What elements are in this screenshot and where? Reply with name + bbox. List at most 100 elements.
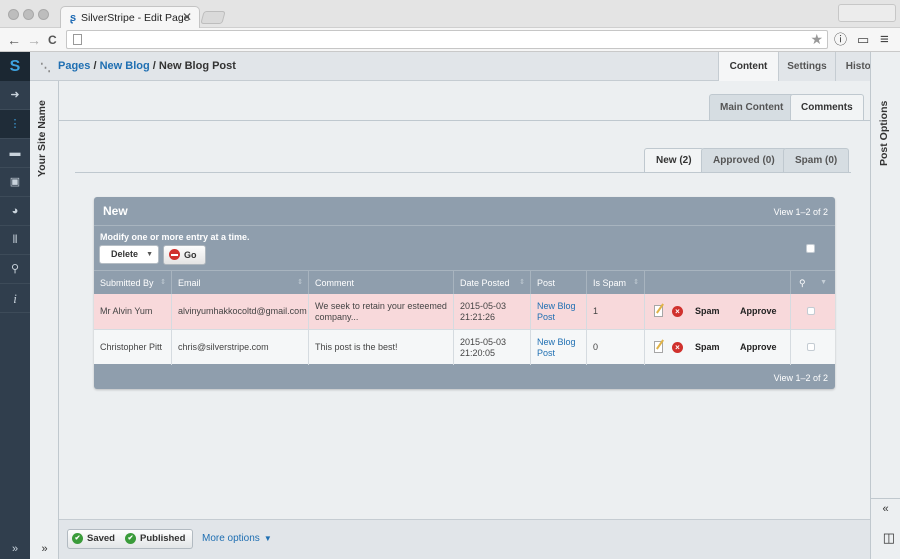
files-menu-icon[interactable]: ▣ <box>0 168 30 197</box>
select-all-checkbox[interactable] <box>806 244 815 253</box>
info-icon[interactable]: ⓘ <box>834 31 847 49</box>
post-link[interactable]: New Blog Post <box>537 337 576 359</box>
bookmark-star-icon[interactable]: ★ <box>810 31 823 48</box>
silverstripe-logo-icon[interactable]: S <box>0 52 30 81</box>
chevron-down-icon: ▼ <box>263 534 272 543</box>
approve-button[interactable]: Approve <box>740 306 777 317</box>
table-row[interactable]: Christopher Pitt chris@silverstripe.com … <box>94 329 835 365</box>
column-label: Is Spam <box>593 278 627 288</box>
tab-approved-comments[interactable]: Approved (0) <box>701 148 787 172</box>
sort-icon: ⇕ <box>519 279 525 286</box>
tab-settings[interactable]: Settings <box>778 52 835 82</box>
row-checkbox[interactable] <box>807 343 815 351</box>
grid-title: New <box>103 204 128 218</box>
chevron-down-icon: ▼ <box>146 251 153 258</box>
pages-menu-icon[interactable]: ⋮ <box>0 110 30 139</box>
edit-icon[interactable] <box>654 341 663 353</box>
breadcrumb: ⋱ Pages / New Blog / New Blog Post <box>40 60 236 74</box>
back-icon[interactable]: ← <box>7 31 21 49</box>
bulk-actions-bar: Modify one or more entry at a time. Dele… <box>94 225 835 270</box>
column-label: Submitted By <box>100 278 154 288</box>
security-menu-icon[interactable]: ⦀ <box>0 226 30 255</box>
cell-actions: × Spam Approve <box>644 330 790 365</box>
tab-content[interactable]: Content <box>718 52 778 82</box>
close-window-button[interactable] <box>8 9 19 20</box>
settings-menu-icon[interactable]: ⚲ <box>0 255 30 284</box>
row-checkbox[interactable] <box>807 307 815 315</box>
comments-menu-icon[interactable]: ▬ <box>0 139 30 168</box>
cell-is-spam: 1 <box>586 294 644 329</box>
bulk-actions-message: Modify one or more entry at a time. <box>100 232 250 242</box>
column-comment: Comment <box>308 271 453 295</box>
maximize-window-button[interactable] <box>38 9 49 20</box>
column-actions <box>644 271 790 295</box>
mark-spam-button[interactable]: Spam <box>695 306 720 317</box>
tab-comments[interactable]: Comments <box>790 94 864 121</box>
tab-close-icon[interactable]: ✕ <box>182 10 192 24</box>
column-email[interactable]: Email ⇕ <box>171 271 308 295</box>
edit-form: Main Content Comments New (2) Approved (… <box>59 81 870 519</box>
browser-tab[interactable]: ʂ SilverStripe - Edit Page ✕ <box>60 6 200 28</box>
saved-button[interactable]: ✔ Saved <box>67 529 123 549</box>
site-tree-panel[interactable]: Your Site Name » <box>30 52 59 559</box>
mark-spam-button[interactable]: Spam <box>695 342 720 353</box>
cell-submitted-by: Christopher Pitt <box>100 342 163 352</box>
reports-menu-icon[interactable]: ◕ <box>0 197 30 226</box>
post-options-label: Post Options <box>878 100 890 166</box>
divider <box>59 120 870 121</box>
logout-icon[interactable]: ➜ <box>0 81 30 110</box>
cell-comment: This post is the best! <box>308 330 453 365</box>
sort-icon: ⇕ <box>160 279 166 286</box>
tab-new-comments[interactable]: New (2) <box>644 148 704 173</box>
breadcrumb-new-blog[interactable]: New Blog <box>100 60 150 72</box>
sort-icon: ⇕ <box>297 279 303 286</box>
address-bar[interactable]: ★ <box>66 30 828 49</box>
cell-actions: × Spam Approve <box>644 294 790 329</box>
column-label: Email <box>178 278 201 288</box>
breadcrumb-separator: / <box>152 60 156 72</box>
window-profile-button[interactable] <box>838 4 896 22</box>
new-tab-button[interactable] <box>200 11 226 24</box>
published-button[interactable]: ✔ Published <box>121 529 194 549</box>
reload-icon[interactable]: C <box>48 31 57 49</box>
cast-icon[interactable]: ▭ <box>857 31 869 49</box>
post-link[interactable]: New Blog Post <box>537 301 576 323</box>
browser-menu-icon[interactable]: ≡ <box>880 31 889 49</box>
column-label: Date Posted <box>460 278 510 288</box>
table-row[interactable]: Mr Alvin Yum alvinyumhakkocoltd@gmail.co… <box>94 294 835 329</box>
post-options-panel[interactable]: Post Options « <box>870 52 900 559</box>
breadcrumb-separator: / <box>93 60 97 72</box>
column-search[interactable]: ⚲ ▼ <box>790 271 835 295</box>
grid-pagination-count: View 1–2 of 2 <box>773 207 828 217</box>
column-is-spam[interactable]: Is Spam ⇕ <box>586 271 644 295</box>
browser-titlebar: ʂ SilverStripe - Edit Page ✕ <box>0 0 900 28</box>
edit-icon[interactable] <box>654 305 663 317</box>
expand-panel-icon[interactable]: « <box>871 498 900 518</box>
check-icon: ✔ <box>125 533 136 544</box>
more-options-button[interactable]: More options ▼ <box>202 533 272 544</box>
help-menu-icon[interactable]: i <box>0 284 30 313</box>
preview-toggle-icon[interactable]: ◫ <box>883 530 895 546</box>
cell-email: alvinyumhakkocoltd@gmail.com <box>171 294 308 329</box>
cms-header: ⋱ Pages / New Blog / New Blog Post Conte… <box>30 52 890 82</box>
tab-spam-comments[interactable]: Spam (0) <box>783 148 850 172</box>
cell-date-posted: 2015-05-03 21:20:05 <box>453 330 530 365</box>
bulk-action-select[interactable]: Delete ▼ <box>99 245 159 264</box>
expand-tree-icon[interactable]: » <box>30 539 59 559</box>
tree-icon: ⋱ <box>40 62 51 74</box>
minimize-window-button[interactable] <box>23 9 34 20</box>
go-button[interactable]: Go <box>163 245 206 265</box>
breadcrumb-pages[interactable]: Pages <box>58 60 90 72</box>
tab-main-content[interactable]: Main Content <box>709 94 795 120</box>
column-date-posted[interactable]: Date Posted ⇕ <box>453 271 530 295</box>
forward-icon[interactable]: → <box>27 31 41 49</box>
approve-button[interactable]: Approve <box>740 342 777 353</box>
grid-header-row: Submitted By ⇕ Email ⇕ Comment Date Posted… <box>94 270 835 295</box>
cell-email: chris@silverstripe.com <box>171 330 308 365</box>
delete-icon[interactable]: × <box>672 306 683 317</box>
search-icon[interactable]: ⚲ <box>799 271 806 295</box>
expand-menu-icon[interactable]: » <box>0 539 30 559</box>
column-submitted-by[interactable]: Submitted By ⇕ <box>94 271 171 295</box>
delete-icon[interactable]: × <box>672 342 683 353</box>
cell-post: New Blog Post <box>530 294 586 329</box>
